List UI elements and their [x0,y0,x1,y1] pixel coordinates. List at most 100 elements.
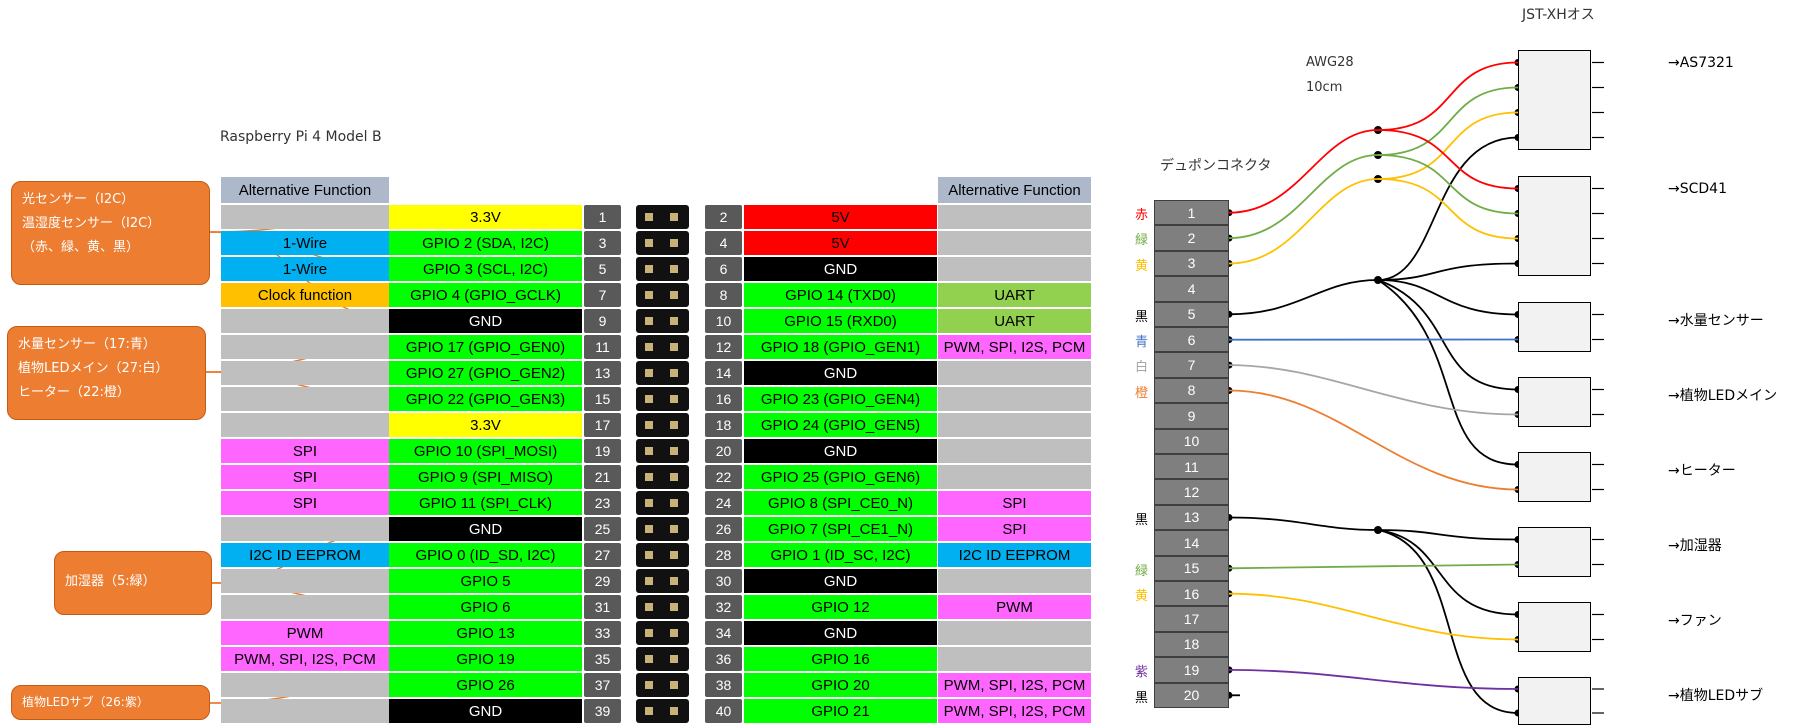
pin-number-right: 24 [705,491,742,515]
alt-function-left: I2C ID EEPROM [221,543,389,567]
pin-name-right: GND [744,361,937,385]
pin-number-left: 31 [584,595,621,619]
wire-color-label: 黒 [1134,309,1148,325]
pin-contact [670,577,678,585]
pin-name-left: GPIO 19 [389,647,582,671]
pin-number-right: 20 [705,439,742,463]
destination-label: →ファン [1668,613,1722,629]
wire-color-label: 赤 [1134,208,1148,223]
pin-name-left: GPIO 4 (GPIO_GCLK) [389,283,582,307]
pin-number-left: 29 [584,569,621,593]
alt-function-left [221,699,389,723]
destination-label: →AS7321 [1668,55,1734,71]
pin-name-right: GPIO 24 (GPIO_GEN5) [744,413,937,437]
pin-number-right: 34 [705,621,742,645]
alt-function-right [938,465,1091,489]
dupont-pin: 5 [1154,301,1229,327]
header-pin-pair [636,673,689,697]
header-pin-pair [636,413,689,437]
pin-number-left: 17 [584,413,621,437]
pin-name-left: GPIO 22 (GPIO_GEN3) [389,387,582,411]
destination-label: →ヒーター [1668,463,1736,479]
pin-contact [670,551,678,559]
wire [1228,178,1379,265]
pin-number-left: 33 [584,621,621,645]
pin-name-left: 3.3V [389,205,582,229]
pin-name-right: GND [744,621,937,645]
callout-humidifier: 加湿器（5:緑） [54,551,212,615]
callout-led-sub: 植物LEDサブ（26:紫） [11,685,210,720]
pin-number-right: 2 [705,205,742,229]
alt-function-left [221,517,389,541]
pin-number-left: 15 [584,387,621,411]
pin-name-right: GPIO 8 (SPI_CE0_N) [744,491,937,515]
pin-contact [645,629,653,637]
callout-water-sensor: 水量センサー（17:青） 植物LEDメイン（27:白） ヒーター（22:橙） [7,326,206,420]
pin-name-left: GPIO 5 [389,569,582,593]
pin-contact [670,681,678,689]
pin-name-right: GPIO 14 (TXD0) [744,283,937,307]
dupont-pin: 10 [1154,428,1229,454]
pin-contact [645,317,653,325]
dupont-pin: 11 [1154,454,1229,480]
wire-color-label: 緑 [1134,563,1148,579]
wire [1228,279,1379,316]
wiring-diagram: Raspberry Pi 4 Model B Alternative Funct… [0,0,1801,726]
pin-name-left: GPIO 10 (SPI_MOSI) [389,439,582,463]
pin-number-right: 36 [705,647,742,671]
pin-contact [645,213,653,221]
alt-function-left: PWM [221,621,389,645]
alt-header-right: Alternative Function [938,177,1091,203]
alt-function-right [938,387,1091,411]
alt-function-right: UART [938,283,1091,307]
pin-name-right: GPIO 1 (ID_SC, I2C) [744,543,937,567]
dupont-pin: 8 [1154,377,1229,404]
wire-color-label: 白 [1134,360,1148,376]
pin-contact [670,369,678,377]
alt-function-left: SPI [221,491,389,515]
header-pin-pair [636,335,689,359]
pin-name-right: GPIO 21 [744,699,937,723]
pin-name-right: GPIO 16 [744,647,937,671]
alt-function-left: 1-Wire [221,231,389,255]
wire [1377,154,1519,215]
pin-number-left: 23 [584,491,621,515]
pin-name-right: GPIO 7 (SPI_CE1_N) [744,517,937,541]
pin-name-left: GPIO 13 [389,621,582,645]
pin-contact [670,707,678,715]
dupont-pin: 9 [1154,403,1229,429]
alt-function-left [221,335,389,359]
jst-title: JST-XHオス [1522,7,1595,23]
pin-number-left: 27 [584,543,621,567]
wire [1377,529,1519,714]
pin-name-right: GPIO 23 (GPIO_GEN4) [744,387,937,411]
pin-contact [645,473,653,481]
pin-number-left: 39 [584,699,621,723]
pin-name-right: GPIO 25 (GPIO_GEN6) [744,465,937,489]
pin-number-right: 32 [705,595,742,619]
alt-function-left [221,205,389,229]
pin-number-right: 38 [705,673,742,697]
dupont-pin: 6 [1154,327,1229,353]
awg-label: AWG28 [1306,55,1354,70]
pin-name-left: GPIO 0 (ID_SD, I2C) [389,543,582,567]
alt-function-right [938,647,1091,671]
header-pin-pair [636,231,689,255]
pin-number-right: 40 [705,699,742,723]
header-pin-pair [636,257,689,281]
wire [1228,516,1379,531]
alt-function-right [938,205,1091,229]
pin-name-left: GPIO 26 [389,673,582,697]
pin-name-left: GND [389,517,582,541]
pin-number-right: 8 [705,283,742,307]
pin-number-right: 26 [705,517,742,541]
pin-name-right: GND [744,569,937,593]
pin-number-left: 21 [584,465,621,489]
pin-contact [645,577,653,585]
pin-contact [670,499,678,507]
pin-contact [645,655,653,663]
dupont-pin: 13 [1154,504,1229,531]
pin-name-left: GPIO 27 (GPIO_GEN2) [389,361,582,385]
pin-contact [645,369,653,377]
pin-number-right: 22 [705,465,742,489]
